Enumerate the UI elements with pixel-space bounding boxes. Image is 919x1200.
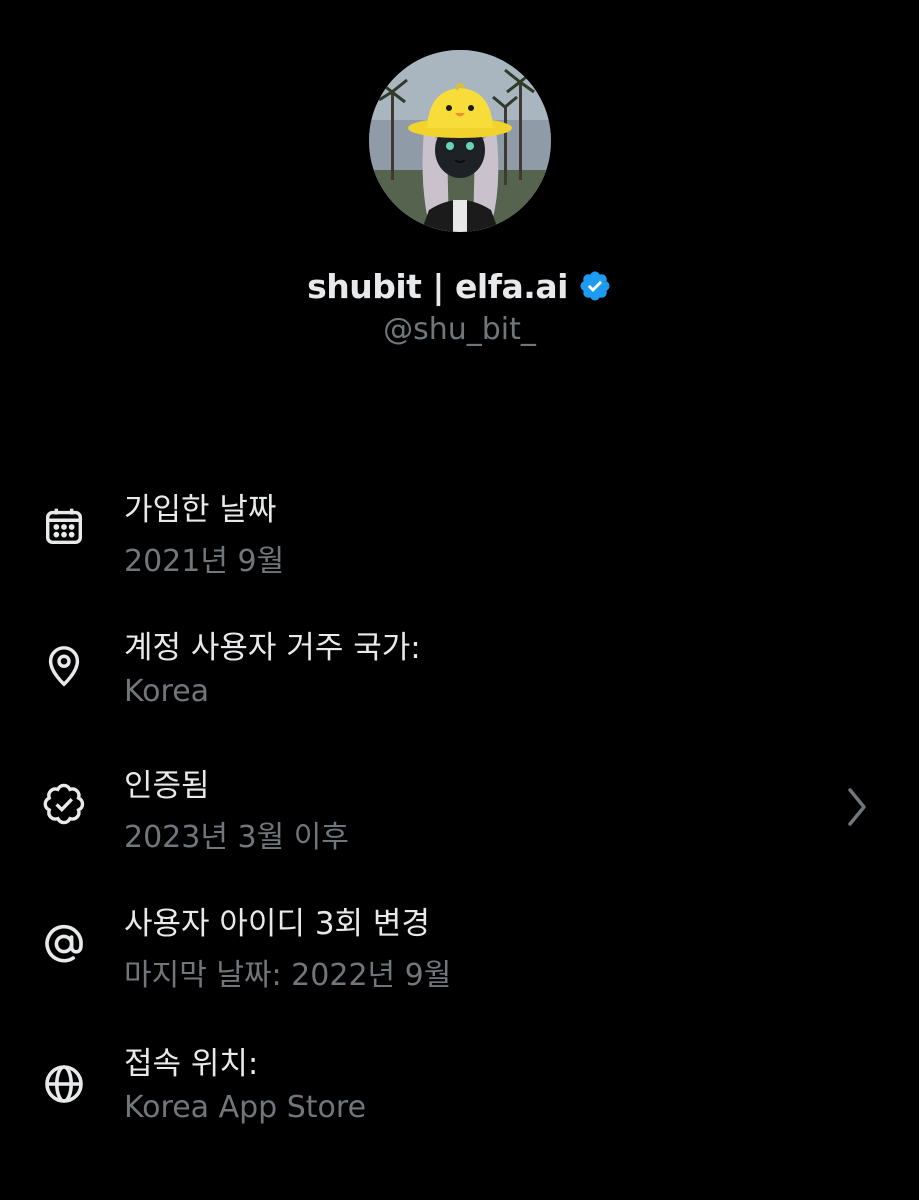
info-title-connected-via: 접속 위치: bbox=[124, 1046, 259, 1082]
info-value-country: Korea bbox=[124, 674, 210, 709]
info-row-verified[interactable]: 인증됨 2023년 3월 이후 bbox=[0, 754, 919, 855]
info-row-joined: 가입한 날짜 2021년 9월 bbox=[0, 478, 919, 579]
profile-avatar[interactable] bbox=[369, 50, 551, 232]
info-title-country: 계정 사용자 거주 국가: bbox=[124, 630, 421, 666]
profile-header: shubit | elfa.ai @shu_bit_ bbox=[0, 0, 919, 400]
verified-badge-icon[interactable] bbox=[578, 269, 612, 303]
info-title-verified: 인증됨 bbox=[124, 768, 210, 804]
chevron-right-icon[interactable] bbox=[843, 784, 871, 830]
info-row-country: 계정 사용자 거주 국가: Korea bbox=[0, 616, 919, 716]
verified-badge-outline-icon bbox=[40, 780, 88, 828]
info-value-username-changes: 마지막 날짜: 2022년 9월 bbox=[124, 958, 452, 993]
location-pin-icon bbox=[40, 642, 88, 690]
display-name-row: shubit | elfa.ai bbox=[0, 262, 919, 310]
calendar-icon bbox=[40, 502, 88, 550]
info-title-username-changes: 사용자 아이디 3회 변경 bbox=[124, 906, 430, 942]
info-title-joined: 가입한 날짜 bbox=[124, 492, 277, 528]
at-sign-icon bbox=[40, 920, 88, 968]
info-value-connected-via: Korea App Store bbox=[124, 1090, 367, 1125]
display-name: shubit | elfa.ai bbox=[307, 266, 568, 306]
info-value-verified: 2023년 3월 이후 bbox=[124, 820, 349, 855]
info-row-connected-via: 접속 위치: Korea App Store bbox=[0, 1032, 919, 1132]
globe-icon bbox=[40, 1060, 88, 1108]
info-value-joined: 2021년 9월 bbox=[124, 544, 285, 579]
info-row-username-changes: 사용자 아이디 3회 변경 마지막 날짜: 2022년 9월 bbox=[0, 892, 919, 993]
profile-handle: @shu_bit_ bbox=[383, 312, 536, 347]
